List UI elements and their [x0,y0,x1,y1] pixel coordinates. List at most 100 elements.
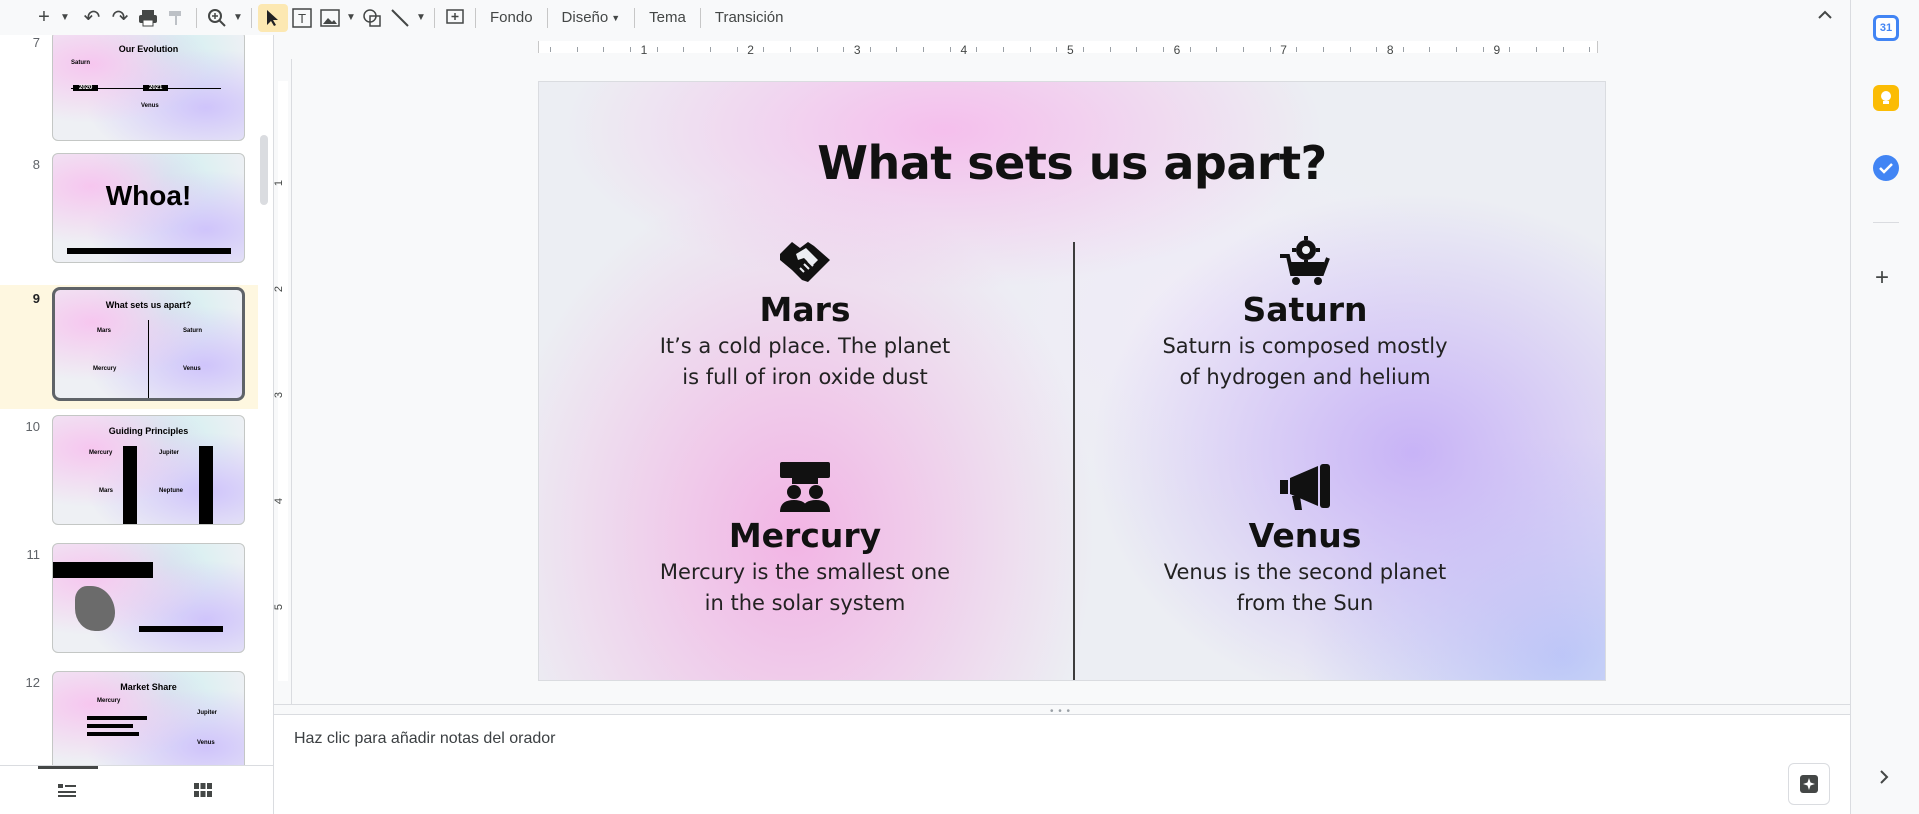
ruler-tick [896,47,898,52]
slide-thumbnail[interactable]: Market Share Mercury Jupiter Venus [52,671,245,765]
filmstrip-view-button[interactable] [52,778,82,802]
ruler-number: 5 [1067,43,1074,57]
speaker-notes-placeholder[interactable]: Haz clic para añadir notas del orador [294,730,555,748]
ruler-tick [656,47,658,52]
mercury-block[interactable]: Mercury Mercury is the smallest one in t… [635,460,975,618]
toolbar-separator [699,7,701,28]
filmstrip-slide-9[interactable]: 9 What sets us apart? Mars Saturn Mercur… [0,285,258,409]
filmstrip-slide-10[interactable]: 10 Guiding Principles Mercury Jupiter Ma… [0,415,258,543]
line-button[interactable] [386,4,414,32]
image-caret[interactable]: ▼ [344,4,358,32]
thumb-column [199,446,213,524]
slide-filmstrip[interactable]: 7 Our Evolution Saturn 2020 2021 Venus 8… [0,35,274,765]
block-text-line: from the Sun [1236,591,1374,615]
ruler-tick [1083,47,1084,52]
filmstrip-slide-8[interactable]: 8 Whoa! [0,153,258,281]
ruler-number: 2 [747,43,754,57]
ruler-tick [1136,47,1138,52]
ruler-tick [629,47,631,52]
ruler-number: 4 [960,43,968,57]
horizontal-ruler[interactable]: 1 2 3 4 5 6 7 8 9 [292,35,1850,59]
grid-view-button[interactable] [188,778,218,802]
line-caret[interactable]: ▼ [414,4,428,32]
undo-button[interactable]: ↶ [78,4,106,32]
collapse-menus-button[interactable] [1818,4,1832,25]
image-button[interactable] [316,4,344,32]
slide-thumbnail[interactable] [52,543,245,653]
theme-button[interactable]: Tema [641,4,694,32]
vertical-ruler[interactable]: 1 2 3 4 5 [273,59,292,715]
assist-button[interactable] [1788,763,1830,805]
add-addon-button[interactable]: + [1875,264,1889,292]
background-button[interactable]: Fondo [482,4,541,32]
zoom-caret[interactable]: ▼ [231,4,245,32]
grid-view-icon [194,783,212,797]
thumb-bar [87,732,139,736]
keep-button[interactable] [1873,85,1899,111]
layout-button[interactable]: Diseño ▼ [554,4,629,32]
thumb-arrow-shape [53,562,153,578]
slide-thumbnail[interactable]: Guiding Principles Mercury Jupiter Mars … [52,415,245,525]
ruler-tick [816,47,818,52]
transition-button[interactable]: Transición [707,4,792,32]
slide-title[interactable]: What sets us apart? [539,136,1605,190]
tasks-button[interactable] [1873,155,1899,181]
slide-divider-line[interactable] [1073,242,1075,680]
slide-number: 12 [25,675,40,690]
lightbulb-icon [1881,91,1891,104]
thumb-bar [87,716,147,720]
ruler-tick [1562,47,1564,52]
transition-label: Transición [714,9,784,26]
slide-canvas[interactable]: What sets us apart? Mars It’s a cold pla… [538,81,1606,681]
ruler-tick [683,47,685,52]
filmstrip-slide-11[interactable]: 11 [0,543,258,671]
thumb-label: Mercury [89,450,113,456]
zoom-button[interactable] [203,4,231,32]
shape-button[interactable] [358,4,386,32]
ruler-number: 9 [1493,43,1501,57]
toolbar-separator [634,7,636,28]
team-icon [780,462,830,512]
toolbar: + ▼ ↶ ↷ ▼ T ▼ ▼ Fondo Diseño ▼ Tema Tran… [0,0,1850,35]
paint-format-button[interactable] [162,4,190,32]
redo-button[interactable]: ↷ [106,4,134,32]
ruler-tick [603,47,605,52]
select-tool-button[interactable] [258,3,288,32]
chevron-right-icon [1880,770,1889,784]
text-box-button[interactable]: T [288,4,316,32]
new-slide-button[interactable]: + [30,4,58,32]
block-text-line: of hydrogen and helium [1179,365,1431,389]
ruler-number: 7 [1280,43,1287,57]
handshake-icon [780,242,830,282]
ruler-tick [869,47,871,52]
ruler-tick [1003,47,1005,52]
filmstrip-scrollbar[interactable] [260,135,268,205]
editor-canvas[interactable]: What sets us apart? Mars It’s a cold pla… [292,59,1850,704]
expand-side-panel-button[interactable] [1879,768,1889,789]
ruler-tick [1269,47,1271,52]
filmstrip-slide-7[interactable]: 7 Our Evolution Saturn 2020 2021 Venus [0,35,258,149]
thumb-label: Neptune [159,488,183,494]
slide-thumbnail[interactable]: What sets us apart? Mars Saturn Mercury … [52,287,245,401]
venus-block[interactable]: Venus Venus is the second planet from th… [1135,460,1475,618]
thumb-label: Saturn [183,328,203,334]
add-comment-button[interactable] [441,4,469,32]
ruler-number: 8 [1386,43,1394,57]
thumb-label: 2020 [73,85,99,91]
notes-splitter[interactable]: • • • [274,704,1850,717]
thumb-title: Our Evolution [118,44,179,54]
slide-thumbnail[interactable]: Our Evolution Saturn 2020 2021 Venus [52,35,245,141]
ruler-tick [1162,47,1164,52]
filmstrip-slide-12[interactable]: 12 Market Share Mercury Jupiter Venus [0,671,258,765]
print-button[interactable] [134,4,162,32]
new-slide-layout-caret[interactable]: ▼ [58,4,72,32]
thumb-label: Venus [141,103,159,109]
thumb-label: Mercury [97,698,121,704]
saturn-block[interactable]: Saturn Saturn is composed mostly of hydr… [1135,234,1475,392]
caret-down-icon: ▼ [611,12,621,23]
calendar-button[interactable]: 31 [1873,15,1899,41]
slide-thumbnail[interactable]: Whoa! [52,153,245,263]
thumb-bar [87,724,133,728]
mars-block[interactable]: Mars It’s a cold place. The planet is fu… [635,234,975,392]
speaker-notes-panel[interactable]: Haz clic para añadir notas del orador [274,714,1850,814]
